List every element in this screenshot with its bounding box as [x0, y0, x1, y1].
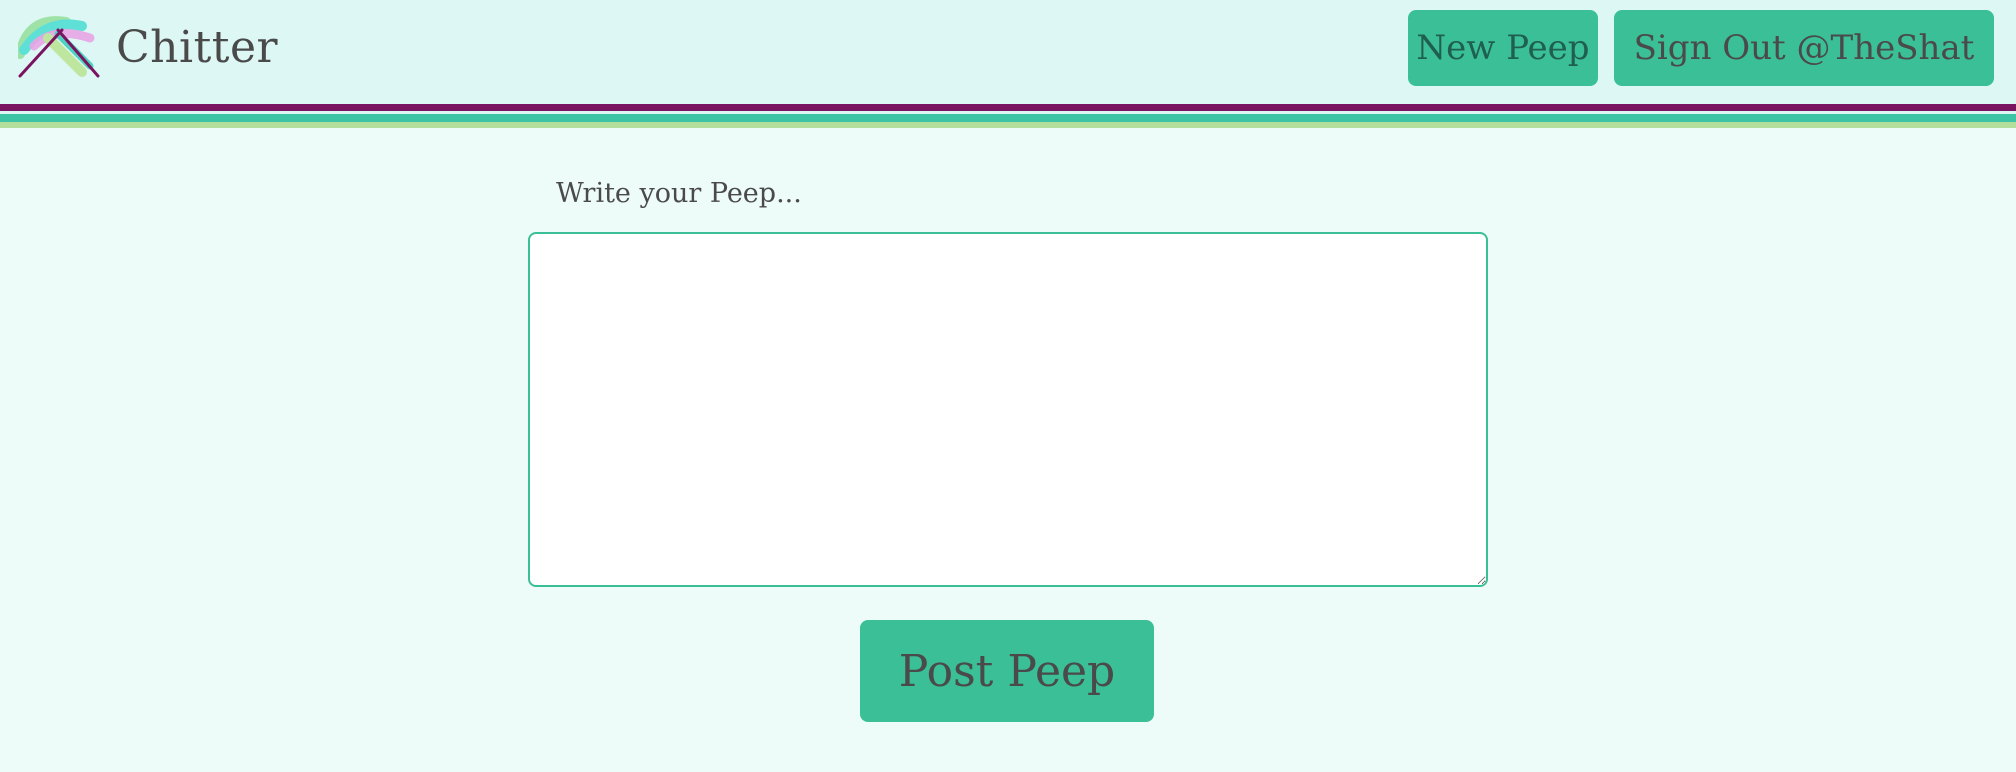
- site-header: Chitter New Peep Sign Out @TheShat: [0, 0, 2016, 104]
- brand-link[interactable]: Chitter: [18, 16, 278, 78]
- chitter-logo-icon: [18, 16, 100, 78]
- brand-name: Chitter: [116, 21, 279, 73]
- peep-field-label: Write your Peep...: [556, 178, 802, 209]
- header-divider-green: [0, 122, 2016, 128]
- peep-textarea[interactable]: [528, 232, 1488, 587]
- sign-out-button[interactable]: Sign Out @TheShat: [1614, 10, 1994, 86]
- new-peep-button[interactable]: New Peep: [1408, 10, 1598, 86]
- post-peep-button[interactable]: Post Peep: [860, 620, 1154, 722]
- header-divider-purple: [0, 104, 2016, 111]
- header-divider-teal: [0, 114, 2016, 122]
